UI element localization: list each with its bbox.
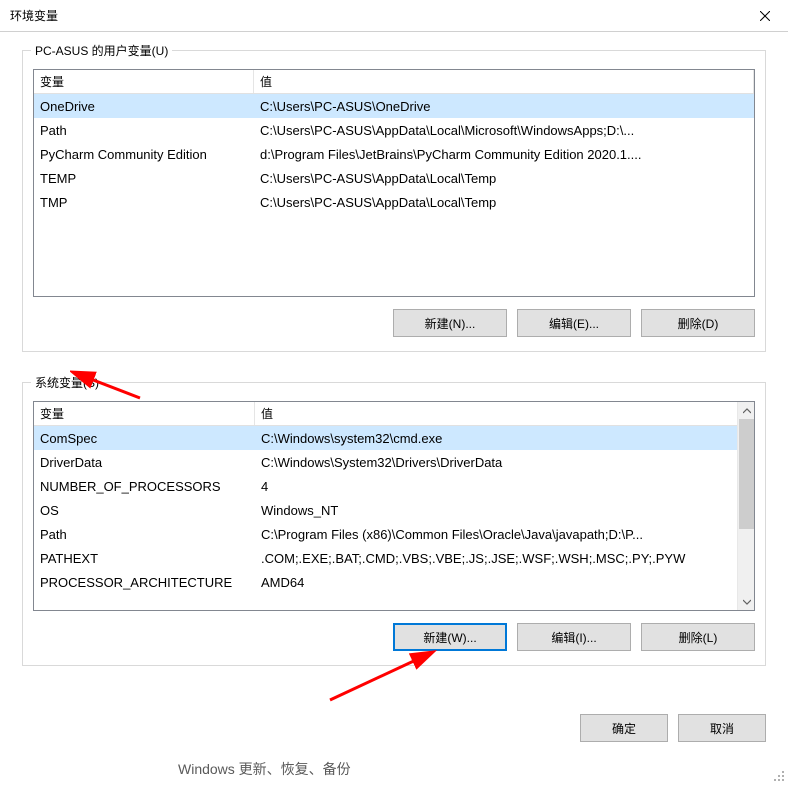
dialog-buttons: 确定 取消 [0,706,788,758]
delete-system-var-button[interactable]: 删除(L) [641,623,755,651]
cell-variable: TMP [34,191,254,214]
list-row[interactable]: Path C:\Users\PC-ASUS\AppData\Local\Micr… [34,118,754,142]
cell-variable: PyCharm Community Edition [34,143,254,166]
cell-value: d:\Program Files\JetBrains\PyCharm Commu… [254,143,754,166]
titlebar: 环境变量 [0,0,788,32]
cell-value: C:\Program Files (x86)\Common Files\Orac… [255,523,754,546]
scrollbar[interactable] [737,402,754,610]
header-value[interactable]: 值 [254,70,754,93]
ok-button[interactable]: 确定 [580,714,668,742]
system-buttons-row: 新建(W)... 编辑(I)... 删除(L) [33,623,755,651]
list-row[interactable]: PROCESSOR_ARCHITECTURE AMD64 [34,570,754,594]
scroll-up-button[interactable] [738,402,755,419]
cell-value: C:\Windows\System32\Drivers\DriverData [255,451,754,474]
cell-variable: ComSpec [34,427,255,450]
cell-variable: Path [34,523,255,546]
cell-variable: PATHEXT [34,547,255,570]
edit-system-var-button[interactable]: 编辑(I)... [517,623,631,651]
list-header: 变量 值 [34,70,754,94]
list-row[interactable]: TMP C:\Users\PC-ASUS\AppData\Local\Temp [34,190,754,214]
scroll-thumb[interactable] [739,419,754,529]
list-row[interactable]: OneDrive C:\Users\PC-ASUS\OneDrive [34,94,754,118]
cell-value: .COM;.EXE;.BAT;.CMD;.VBS;.VBE;.JS;.JSE;.… [255,547,754,570]
delete-user-var-button[interactable]: 删除(D) [641,309,755,337]
list-row[interactable]: TEMP C:\Users\PC-ASUS\AppData\Local\Temp [34,166,754,190]
header-variable[interactable]: 变量 [34,402,255,425]
list-row[interactable]: Path C:\Program Files (x86)\Common Files… [34,522,754,546]
cell-variable: PROCESSOR_ARCHITECTURE [34,571,255,594]
cell-value: C:\Windows\system32\cmd.exe [255,427,754,450]
header-variable[interactable]: 变量 [34,70,254,93]
resize-grip[interactable] [772,769,786,783]
resize-grip-icon [772,769,786,783]
scroll-down-button[interactable] [738,593,755,610]
cell-variable: NUMBER_OF_PROCESSORS [34,475,255,498]
user-variables-list[interactable]: 变量 值 OneDrive C:\Users\PC-ASUS\OneDrive … [33,69,755,297]
cell-variable: DriverData [34,451,255,474]
header-value[interactable]: 值 [255,402,754,425]
background-text: Windows 更新、恢复、备份 [178,759,351,779]
list-row[interactable]: PyCharm Community Edition d:\Program Fil… [34,142,754,166]
edit-user-var-button[interactable]: 编辑(E)... [517,309,631,337]
cell-value: C:\Users\PC-ASUS\AppData\Local\Temp [254,167,754,190]
close-button[interactable] [742,0,788,31]
cell-value: Windows_NT [255,499,754,522]
user-variables-group: PC-ASUS 的用户变量(U) 变量 值 OneDrive C:\Users\… [22,50,766,352]
cell-value: C:\Users\PC-ASUS\AppData\Local\Microsoft… [254,119,754,142]
chevron-down-icon [743,598,751,606]
user-variables-label: PC-ASUS 的用户变量(U) [31,42,172,59]
system-variables-group: 系统变量(S) 变量 值 ComSpec C:\Windows\system32… [22,382,766,666]
cell-value: C:\Users\PC-ASUS\AppData\Local\Temp [254,191,754,214]
cell-value: 4 [255,475,754,498]
new-system-var-button[interactable]: 新建(W)... [393,623,507,651]
close-icon [760,11,770,21]
list-row[interactable]: PATHEXT .COM;.EXE;.BAT;.CMD;.VBS;.VBE;.J… [34,546,754,570]
list-body: OneDrive C:\Users\PC-ASUS\OneDrive Path … [34,94,754,214]
new-user-var-button[interactable]: 新建(N)... [393,309,507,337]
list-header: 变量 值 [34,402,754,426]
list-row[interactable]: OS Windows_NT [34,498,754,522]
cell-value: C:\Users\PC-ASUS\OneDrive [254,95,754,118]
list-row[interactable]: ComSpec C:\Windows\system32\cmd.exe [34,426,754,450]
cell-value: AMD64 [255,571,754,594]
list-row[interactable]: NUMBER_OF_PROCESSORS 4 [34,474,754,498]
cancel-button[interactable]: 取消 [678,714,766,742]
list-row[interactable]: DriverData C:\Windows\System32\Drivers\D… [34,450,754,474]
window-title: 环境变量 [10,7,58,24]
cell-variable: OneDrive [34,95,254,118]
cell-variable: OS [34,499,255,522]
chevron-up-icon [743,407,751,415]
system-variables-label: 系统变量(S) [31,374,103,391]
system-variables-list[interactable]: 变量 值 ComSpec C:\Windows\system32\cmd.exe… [33,401,755,611]
user-buttons-row: 新建(N)... 编辑(E)... 删除(D) [33,309,755,337]
cell-variable: Path [34,119,254,142]
list-body: ComSpec C:\Windows\system32\cmd.exe Driv… [34,426,754,594]
cell-variable: TEMP [34,167,254,190]
